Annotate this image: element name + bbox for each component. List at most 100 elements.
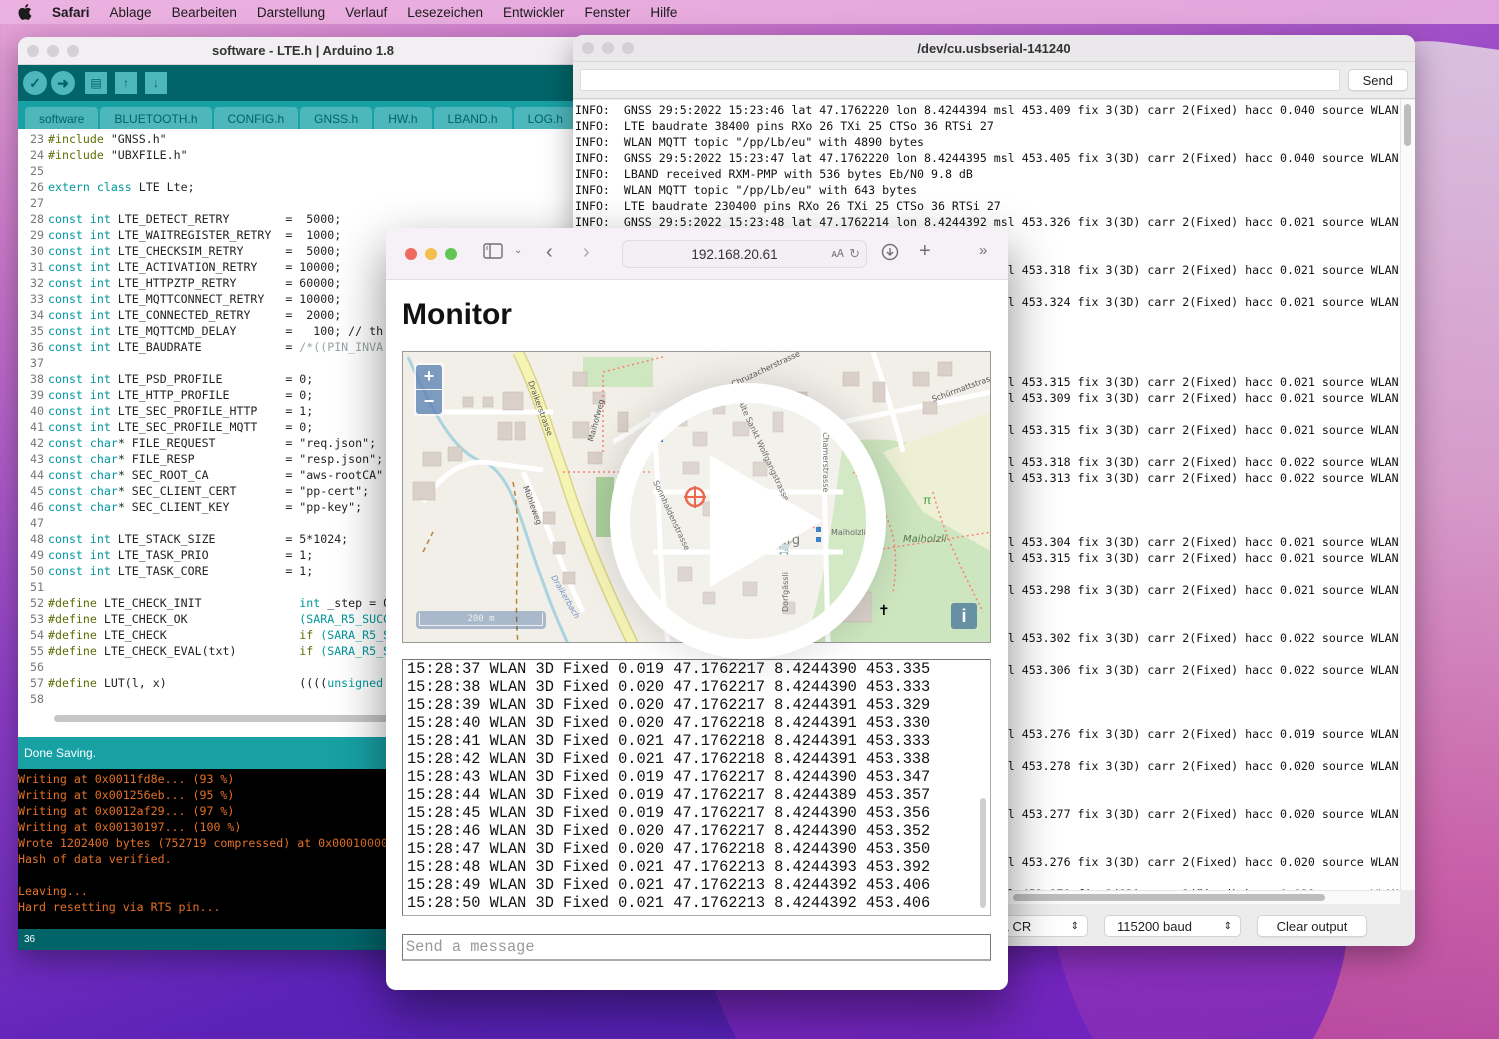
- play-icon: [710, 455, 822, 587]
- code-text: const int LTE_DETECT_RETRY = 5000;: [48, 212, 342, 226]
- log-row: 15:28:48 WLAN 3D Fixed 0.021 47.1762213 …: [407, 858, 931, 876]
- save-sketch-button[interactable]: ↓: [145, 72, 167, 94]
- line-number: 58: [30, 692, 44, 706]
- file-tab[interactable]: LOG.h: [513, 107, 577, 131]
- file-tab[interactable]: HW.h: [374, 107, 432, 131]
- arrow-down-icon: ↓: [153, 76, 159, 90]
- line-number: 35: [30, 324, 44, 338]
- code-text: const int LTE_PSD_PROFILE = 0;: [48, 372, 314, 386]
- file-tab[interactable]: GNSS.h: [300, 107, 373, 131]
- line-number: 32: [30, 276, 44, 290]
- chevron-down-icon[interactable]: ⌄: [514, 245, 522, 256]
- menu-verlauf[interactable]: Verlauf: [345, 5, 387, 20]
- scroll-thumb[interactable]: [1013, 894, 1325, 901]
- code-text: const char* SEC_CLIENT_KEY = "pp-key";: [48, 500, 363, 514]
- log-row: 15:28:47 WLAN 3D Fixed 0.020 47.1762218 …: [407, 840, 931, 858]
- minimize-button[interactable]: [425, 247, 437, 260]
- code-text: const int LTE_SEC_PROFILE_HTTP = 1;: [48, 404, 314, 418]
- line-number: 34: [30, 308, 44, 322]
- updown-chevron-icon: ⇕: [1070, 920, 1079, 932]
- log-row: 15:28:39 WLAN 3D Fixed 0.020 47.1762217 …: [407, 696, 931, 714]
- code-text: const int LTE_CONNECTED_RETRY = 2000;: [48, 308, 342, 322]
- safari-toolbar: ⌄ ‹ › 192.168.20.61 🗚 ↻ + »: [386, 228, 1008, 280]
- baud-rate-value: 115200 baud: [1117, 918, 1192, 934]
- more-chevron-icon[interactable]: »: [979, 242, 987, 259]
- log-row: 15:28:40 WLAN 3D Fixed 0.020 47.1762218 …: [407, 714, 931, 732]
- arrow-up-icon: ↑: [123, 76, 129, 90]
- scale-label: 200 m: [419, 613, 543, 626]
- code-line: 23 #include "GNSS.h": [18, 131, 588, 147]
- menu-safari[interactable]: Safari: [52, 5, 90, 20]
- baud-rate-select[interactable]: 115200 baud ⇕: [1104, 915, 1241, 937]
- line-number: 36: [30, 340, 44, 354]
- new-sketch-button[interactable]: ▤: [85, 72, 107, 94]
- send-button[interactable]: Send: [1347, 69, 1408, 91]
- menu-hilfe[interactable]: Hilfe: [650, 5, 677, 20]
- menu-entwickler[interactable]: Entwickler: [503, 5, 565, 20]
- file-tab[interactable]: BLUETOOTH.h: [100, 107, 212, 131]
- scroll-thumb[interactable]: [1404, 104, 1411, 146]
- clear-output-button[interactable]: Clear output: [1257, 915, 1367, 937]
- file-tab[interactable]: CONFIG.h: [213, 107, 299, 131]
- upload-button[interactable]: ➜: [51, 71, 75, 95]
- code-text: const int LTE_ACTIVATION_RETRY = 10000;: [48, 260, 342, 274]
- line-number: 42: [30, 436, 44, 450]
- code-text: const int LTE_MQTTCMD_DELAY = 100; // th: [48, 324, 384, 338]
- menu-bearbeiten[interactable]: Bearbeiten: [172, 5, 237, 20]
- menu-bar: Safari Ablage Bearbeiten Darstellung Ver…: [0, 0, 1499, 24]
- file-tab[interactable]: software: [25, 107, 99, 131]
- menu-ablage[interactable]: Ablage: [110, 5, 152, 20]
- serial-line: INFO: WLAN MQTT topic "/pp/Lb/eu" with 4…: [575, 135, 925, 149]
- editor-horizontal-scrollbar[interactable]: [54, 715, 394, 722]
- map-label: Maiholzli: [903, 534, 947, 545]
- log-scrollbar[interactable]: [980, 798, 986, 908]
- line-number: 40: [30, 404, 44, 418]
- code-text: const int LTE_BAUDRATE = /*((PIN_INVA: [48, 340, 384, 354]
- line-number: 24: [30, 148, 44, 162]
- verify-button[interactable]: ✓: [23, 71, 47, 95]
- new-tab-icon[interactable]: +: [919, 240, 931, 263]
- play-video-button[interactable]: [610, 383, 886, 659]
- menu-lesezeichen[interactable]: Lesezeichen: [407, 5, 483, 20]
- line-number: 27: [30, 196, 44, 210]
- line-number: 25: [30, 164, 44, 178]
- map-zoom-control: + −: [414, 363, 444, 416]
- serial-send-input[interactable]: [580, 69, 1340, 91]
- translate-icon[interactable]: 🗚: [832, 248, 844, 261]
- serial-vertical-scrollbar[interactable]: [1400, 100, 1415, 890]
- zoom-in-button[interactable]: +: [416, 365, 442, 389]
- close-button[interactable]: [405, 247, 417, 260]
- code-line: 26 extern class LTE Lte;: [18, 179, 588, 195]
- line-number: 57: [30, 676, 44, 690]
- code-text: const char* FILE_RESP = "resp.json";: [48, 452, 384, 466]
- back-icon[interactable]: ‹: [546, 241, 553, 264]
- file-tab[interactable]: LBAND.h: [433, 107, 512, 131]
- apple-menu-icon[interactable]: [18, 4, 32, 20]
- arduino-toolbar: ✓ ➜ ▤ ↑ ↓: [18, 65, 588, 101]
- menu-darstellung[interactable]: Darstellung: [257, 5, 325, 20]
- line-number: 30: [30, 244, 44, 258]
- line-number: 53: [30, 612, 44, 626]
- code-text: const char* FILE_REQUEST = "req.json";: [48, 436, 377, 450]
- code-line: 25: [18, 163, 588, 179]
- menu-fenster[interactable]: Fenster: [585, 5, 631, 20]
- code-line: 28 const int LTE_DETECT_RETRY = 5000;: [18, 211, 588, 227]
- message-input[interactable]: Send a message: [402, 934, 991, 961]
- zoom-out-button[interactable]: −: [416, 390, 442, 414]
- open-sketch-button[interactable]: ↑: [115, 72, 137, 94]
- line-number: 46: [30, 500, 44, 514]
- position-log[interactable]: 15:28:37 WLAN 3D Fixed 0.019 47.1762217 …: [402, 659, 991, 916]
- code-text: #define LTE_CHECK_EVAL(txt) if (SARA_R5_…: [48, 644, 398, 658]
- line-number: 28: [30, 212, 44, 226]
- code-text: const int LTE_CHECKSIM_RETRY = 5000;: [48, 244, 342, 258]
- serial-titlebar: /dev/cu.usbserial-141240: [573, 35, 1415, 62]
- download-icon[interactable]: [881, 243, 899, 266]
- zoom-button[interactable]: [445, 247, 457, 260]
- sidebar-toggle-icon[interactable]: [483, 243, 503, 264]
- forward-icon[interactable]: ›: [583, 241, 590, 264]
- log-row: 15:28:46 WLAN 3D Fixed 0.020 47.1762217 …: [407, 822, 931, 840]
- map-info-button[interactable]: i: [951, 603, 977, 629]
- address-bar[interactable]: 192.168.20.61 🗚 ↻: [622, 240, 867, 268]
- serial-line: INFO: GNSS 29:5:2022 15:23:46 lat 47.176…: [575, 103, 1399, 117]
- reload-icon[interactable]: ↻: [849, 246, 860, 262]
